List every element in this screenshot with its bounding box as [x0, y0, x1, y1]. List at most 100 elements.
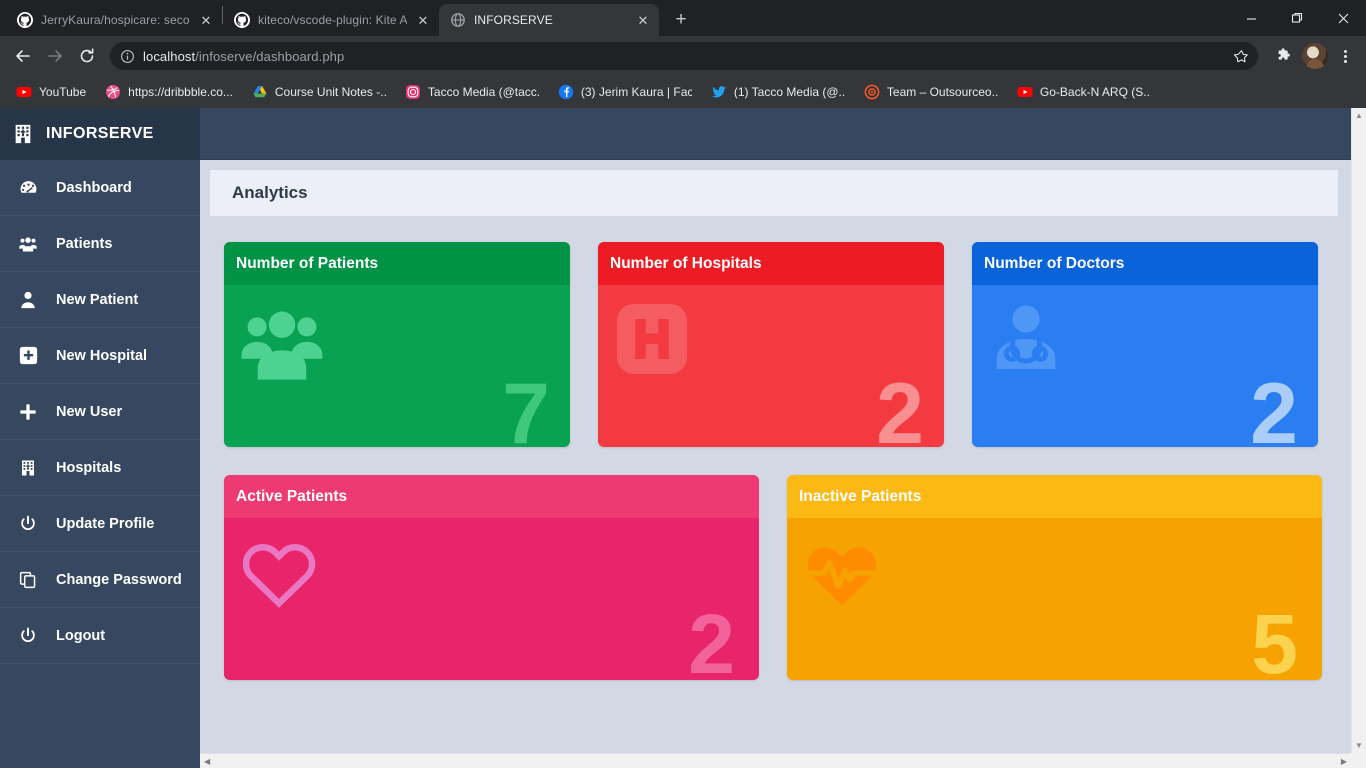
bookmark-dribbble[interactable]: https://dribbble.co...: [97, 80, 241, 104]
bookmarks-bar: YouTube https://dribbble.co... Course Un…: [0, 76, 1366, 108]
bookmark-team-outsourceo[interactable]: Team – Outsourceo...: [856, 80, 1006, 104]
stat-card-number-of-hospitals[interactable]: Number of Hospitals 2: [598, 242, 944, 447]
stat-card-value: 2: [688, 597, 735, 680]
info-circle-icon[interactable]: [120, 49, 135, 64]
doctor-icon: [986, 299, 1074, 387]
browser-tab-2[interactable]: kiteco/vscode-plugin: Kite Autoc ✕: [223, 4, 439, 36]
analytics-panel-header: Analytics: [210, 170, 1338, 216]
browser-tab-3-active[interactable]: INFORSERVE ✕: [439, 4, 659, 36]
bookmark-label: (3) Jerim Kaura | Fac...: [580, 85, 692, 99]
stat-cards-grid: Number of Patients 7 Number of Hospitals: [200, 216, 1366, 680]
bookmark-label: (1) Tacco Media (@...: [733, 85, 845, 99]
dribbble-icon: [105, 84, 121, 100]
app-topbar: [200, 108, 1366, 160]
back-button[interactable]: [8, 41, 38, 71]
vertical-scrollbar[interactable]: ▲ ▼: [1351, 108, 1366, 768]
sidebar: INFORSERVE Dashboard Patients New Patien…: [0, 108, 200, 768]
close-icon[interactable]: ✕: [635, 12, 651, 28]
maximize-button[interactable]: [1274, 0, 1320, 36]
stat-card-value: 2: [876, 366, 924, 447]
sidebar-item-label: New Patient: [56, 291, 139, 308]
dashboard-gauge-icon: [18, 178, 38, 197]
close-button[interactable]: [1320, 0, 1366, 36]
sidebar-item-new-patient[interactable]: New Patient: [0, 272, 200, 328]
scroll-up-arrow-icon[interactable]: ▲: [1352, 108, 1366, 123]
sidebar-item-new-hospital[interactable]: New Hospital: [0, 328, 200, 384]
browser-toolbar: localhost/infoserve/dashboard.php: [0, 36, 1366, 76]
youtube-icon: [1017, 84, 1033, 100]
bookmark-go-back-n-arq[interactable]: Go-Back-N ARQ (S...: [1009, 80, 1159, 104]
puzzle-icon[interactable]: [1268, 41, 1298, 71]
sidebar-item-dashboard[interactable]: Dashboard: [0, 160, 200, 216]
close-icon[interactable]: ✕: [415, 12, 431, 28]
vertical-scroll-thumb[interactable]: [1354, 123, 1364, 683]
brand-logo[interactable]: INFORSERVE: [0, 108, 200, 160]
bookmark-label: Team – Outsourceo...: [886, 85, 998, 99]
sidebar-item-logout[interactable]: Logout: [0, 608, 200, 664]
sidebar-item-change-password[interactable]: Change Password: [0, 552, 200, 608]
hospital-building-icon: [18, 459, 38, 477]
stat-card-inactive-patients[interactable]: Inactive Patients 5: [787, 475, 1322, 680]
stat-card-title: Number of Doctors: [972, 242, 1318, 285]
url-text: localhost/infoserve/dashboard.php: [143, 49, 1220, 64]
page-title: Analytics: [232, 183, 308, 202]
stat-card-body: 5: [787, 518, 1322, 680]
stat-card-title: Number of Patients: [224, 242, 570, 285]
bookmark-label: https://dribbble.co...: [128, 85, 233, 99]
bookmark-tacco-media-twitter[interactable]: (1) Tacco Media (@...: [703, 80, 853, 104]
github-icon: [234, 12, 250, 28]
youtube-icon: [16, 84, 32, 100]
avatar[interactable]: [1302, 43, 1328, 69]
stat-card-number-of-doctors[interactable]: Number of Doctors 2: [972, 242, 1318, 447]
tab-title: kiteco/vscode-plugin: Kite Autoc: [258, 13, 407, 27]
horizontal-scrollbar[interactable]: ◀ ▶: [200, 753, 1351, 768]
bookmark-tacco-media-instagram[interactable]: Tacco Media (@tacc...: [397, 80, 547, 104]
brand-label: INFORSERVE: [46, 125, 154, 142]
address-bar[interactable]: localhost/infoserve/dashboard.php: [110, 42, 1258, 70]
minimize-button[interactable]: [1228, 0, 1274, 36]
bookmark-label: Go-Back-N ARQ (S...: [1039, 85, 1151, 99]
star-icon[interactable]: [1228, 43, 1254, 69]
reload-button[interactable]: [72, 41, 102, 71]
bookmark-label: Course Unit Notes -...: [274, 85, 386, 99]
sidebar-item-patients[interactable]: Patients: [0, 216, 200, 272]
scroll-left-arrow-icon[interactable]: ◀: [200, 757, 214, 766]
hospital-building-icon: [12, 123, 34, 145]
browser-window: JerryKaura/hospicare: second yea ✕ kitec…: [0, 0, 1366, 768]
stat-card-title: Number of Hospitals: [598, 242, 944, 285]
heartbeat-icon: [801, 534, 883, 616]
users-group-icon: [238, 299, 326, 387]
stat-card-body: 2: [224, 518, 759, 680]
sidebar-item-label: Patients: [56, 235, 113, 252]
kebab-menu-icon[interactable]: [1332, 43, 1358, 69]
stat-card-active-patients[interactable]: Active Patients 2: [224, 475, 759, 680]
sidebar-item-label: New Hospital: [56, 347, 148, 364]
sidebar-item-hospitals[interactable]: Hospitals: [0, 440, 200, 496]
stat-card-value: 7: [502, 366, 550, 447]
user-icon: [18, 291, 38, 309]
globe-icon: [450, 12, 466, 28]
scrollbar-corner: [1351, 753, 1366, 768]
sidebar-item-new-user[interactable]: New User: [0, 384, 200, 440]
stat-card-title: Inactive Patients: [787, 475, 1322, 518]
new-tab-button[interactable]: +: [667, 5, 695, 33]
stat-card-number-of-patients[interactable]: Number of Patients 7: [224, 242, 570, 447]
bookmark-youtube[interactable]: YouTube: [8, 80, 94, 104]
bookmark-jerim-kaura-facebook[interactable]: (3) Jerim Kaura | Fac...: [550, 80, 700, 104]
sidebar-item-label: Update Profile: [56, 515, 155, 532]
forward-button[interactable]: [40, 41, 70, 71]
bookmark-course-unit-notes[interactable]: Course Unit Notes -...: [244, 80, 394, 104]
scroll-area: Analytics Number of Patients 7 Number of…: [200, 160, 1366, 768]
close-icon[interactable]: ✕: [198, 12, 214, 28]
power-icon: [18, 515, 38, 533]
sidebar-item-update-profile[interactable]: Update Profile: [0, 496, 200, 552]
scroll-down-arrow-icon[interactable]: ▼: [1352, 738, 1366, 753]
plus-icon: [18, 403, 38, 421]
browser-tab-1[interactable]: JerryKaura/hospicare: second yea ✕: [6, 4, 222, 36]
instagram-icon: [405, 84, 421, 100]
scroll-right-arrow-icon[interactable]: ▶: [1337, 757, 1351, 766]
bookmark-label: Tacco Media (@tacc...: [427, 85, 539, 99]
stat-card-value: 5: [1251, 597, 1298, 680]
content-column: Analytics Number of Patients 7 Number of…: [200, 108, 1366, 768]
sidebar-item-label: Hospitals: [56, 459, 122, 476]
